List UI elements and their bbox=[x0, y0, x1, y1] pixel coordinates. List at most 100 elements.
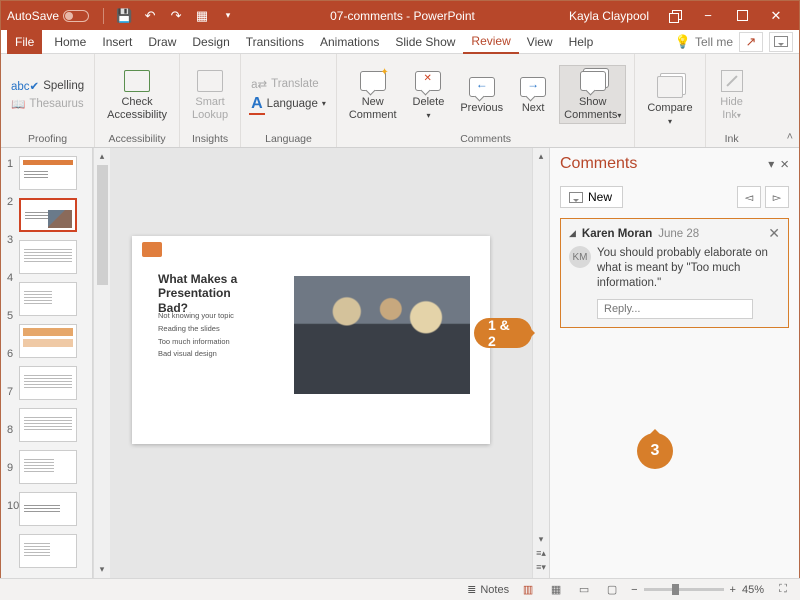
tab-transitions[interactable]: Transitions bbox=[238, 30, 312, 54]
tab-design[interactable]: Design bbox=[184, 30, 237, 54]
collapse-comment-icon[interactable]: ◢ bbox=[569, 228, 576, 239]
comment-text: You should probably elaborate on what is… bbox=[597, 246, 780, 291]
normal-view-icon[interactable]: ▥ bbox=[519, 583, 537, 597]
slide-thumbnail[interactable] bbox=[19, 366, 77, 400]
group-label-ink: Ink bbox=[714, 131, 750, 145]
new-comment-icon bbox=[360, 71, 386, 91]
comments-shortcut-icon[interactable] bbox=[769, 32, 793, 52]
slide-sorter-view-icon[interactable]: ▦ bbox=[547, 583, 565, 597]
collapse-ribbon-icon[interactable]: ˄ bbox=[787, 131, 793, 143]
next-comment-icon bbox=[520, 77, 546, 97]
accessibility-icon bbox=[123, 68, 151, 94]
autosave-switch-icon[interactable] bbox=[63, 10, 89, 22]
slide[interactable]: What Makes a Presentation Bad? Not knowi… bbox=[132, 236, 490, 444]
window-title: 07-comments - PowerPoint bbox=[236, 9, 569, 23]
group-accessibility: Check Accessibility Accessibility bbox=[95, 54, 180, 147]
next-slide-icon[interactable]: ≡▾ bbox=[534, 561, 549, 574]
undo-icon[interactable]: ↶ bbox=[142, 8, 158, 24]
scroll-up-icon[interactable]: ▴ bbox=[534, 150, 549, 163]
prev-slide-icon[interactable]: ≡▴ bbox=[534, 547, 549, 560]
previous-comment-button[interactable]: Previous bbox=[456, 72, 507, 116]
thesaurus-button: 📖Thesaurus bbox=[9, 96, 86, 112]
slide-image[interactable] bbox=[294, 276, 470, 394]
previous-comment-icon bbox=[469, 77, 495, 97]
ribbon-display-icon[interactable] bbox=[657, 1, 691, 30]
notes-button[interactable]: ≣Notes bbox=[467, 583, 509, 596]
slide-thumbnail[interactable] bbox=[19, 156, 77, 190]
slide-canvas[interactable]: What Makes a Presentation Bad? Not knowi… bbox=[110, 148, 532, 578]
group-label-language: Language bbox=[249, 131, 328, 145]
avatar: KM bbox=[569, 246, 591, 268]
tab-review[interactable]: Review bbox=[463, 30, 518, 54]
show-comments-button[interactable]: Show Comments▾ bbox=[559, 65, 626, 123]
slide-thumbnail[interactable] bbox=[19, 450, 77, 484]
thumbnail-scrollbar[interactable]: ▴ ▾ bbox=[93, 148, 110, 578]
tab-file[interactable]: File bbox=[7, 30, 42, 54]
scroll-down-icon[interactable]: ▾ bbox=[534, 533, 549, 546]
spelling-button[interactable]: abc✔Spelling bbox=[9, 78, 86, 94]
minimize-icon[interactable]: − bbox=[691, 1, 725, 30]
qat-more-icon[interactable]: ▾ bbox=[220, 8, 236, 24]
slide-thumbnail[interactable] bbox=[19, 240, 77, 274]
close-icon[interactable]: ✕ bbox=[759, 1, 793, 30]
comment-card[interactable]: ◢ Karen Moran June 28 ✕ KM You should pr… bbox=[560, 218, 789, 328]
lightbulb-icon: 💡 bbox=[675, 34, 691, 50]
language-button[interactable]: ALanguage▾ bbox=[249, 94, 328, 114]
compare-button[interactable]: Compare▾ bbox=[643, 72, 696, 128]
new-comment-pane-button[interactable]: New bbox=[560, 186, 623, 208]
zoom-level[interactable]: 45% bbox=[742, 584, 764, 596]
share-icon[interactable]: ↗ bbox=[739, 32, 763, 52]
zoom-out-icon[interactable]: − bbox=[631, 584, 637, 596]
next-comment-button[interactable]: Next bbox=[515, 72, 551, 116]
save-icon[interactable]: 💾 bbox=[116, 8, 132, 24]
tab-help[interactable]: Help bbox=[561, 30, 602, 54]
slide-thumbnail[interactable] bbox=[19, 492, 77, 526]
scroll-up-icon[interactable]: ▴ bbox=[95, 150, 110, 163]
slide-thumbnail[interactable] bbox=[19, 282, 77, 316]
fit-to-window-icon[interactable]: ⛶ bbox=[774, 583, 792, 597]
reading-view-icon[interactable]: ▭ bbox=[575, 583, 593, 597]
slideshow-view-icon[interactable]: ▢ bbox=[603, 583, 621, 597]
pane-options-icon[interactable]: ▾ bbox=[768, 157, 774, 171]
hide-ink-icon bbox=[718, 68, 746, 94]
next-comment-nav-icon[interactable]: ▻ bbox=[765, 186, 789, 208]
zoom-control[interactable]: − + 45% bbox=[631, 584, 764, 596]
delete-comment-button[interactable]: Delete▾ bbox=[409, 66, 449, 122]
autosave-toggle[interactable]: AutoSave bbox=[7, 9, 89, 23]
show-comments-icon bbox=[580, 71, 606, 91]
tab-view[interactable]: View bbox=[519, 30, 561, 54]
tab-insert[interactable]: Insert bbox=[94, 30, 140, 54]
reply-input[interactable] bbox=[597, 299, 753, 319]
comment-marker-icon[interactable] bbox=[142, 242, 162, 257]
group-compare: Compare▾ bbox=[635, 54, 705, 147]
tab-slideshow[interactable]: Slide Show bbox=[387, 30, 463, 54]
slide-thumbnail[interactable] bbox=[19, 324, 77, 358]
prev-comment-nav-icon[interactable]: ◅ bbox=[737, 186, 761, 208]
check-accessibility-button[interactable]: Check Accessibility bbox=[103, 66, 171, 122]
pane-close-icon[interactable]: × bbox=[780, 156, 789, 173]
tab-draw[interactable]: Draw bbox=[140, 30, 184, 54]
tell-me-search[interactable]: 💡 Tell me bbox=[675, 34, 733, 50]
new-comment-button[interactable]: New Comment bbox=[345, 66, 401, 122]
comments-pane-title: Comments bbox=[560, 155, 637, 173]
group-label-accessibility: Accessibility bbox=[103, 131, 171, 145]
group-ink: Hide Ink▾ Ink bbox=[706, 54, 758, 147]
slide-thumbnail[interactable] bbox=[19, 198, 77, 232]
slide-scrollbar[interactable]: ▴ ▾ ≡▴ ≡▾ bbox=[532, 148, 549, 578]
user-name[interactable]: Kayla Claypool bbox=[569, 9, 649, 23]
slide-title[interactable]: What Makes a Presentation Bad? bbox=[158, 272, 258, 315]
group-comments: New Comment Delete▾ Previous Next Show C… bbox=[337, 54, 635, 147]
zoom-in-icon[interactable]: + bbox=[730, 584, 736, 596]
maximize-icon[interactable] bbox=[725, 1, 759, 30]
start-slideshow-icon[interactable]: ▦ bbox=[194, 8, 210, 24]
slide-thumbnail[interactable] bbox=[19, 534, 77, 568]
delete-comment-x-icon[interactable]: ✕ bbox=[768, 225, 780, 242]
tab-home[interactable]: Home bbox=[46, 30, 94, 54]
tab-animations[interactable]: Animations bbox=[312, 30, 387, 54]
scroll-down-icon[interactable]: ▾ bbox=[95, 563, 110, 576]
slide-bullets[interactable]: Not knowing your topic Reading the slide… bbox=[158, 310, 234, 361]
thumbnail-numbers: 12345678910 bbox=[1, 148, 19, 578]
zoom-slider[interactable] bbox=[644, 588, 724, 591]
slide-thumbnail[interactable] bbox=[19, 408, 77, 442]
redo-icon[interactable]: ↷ bbox=[168, 8, 184, 24]
